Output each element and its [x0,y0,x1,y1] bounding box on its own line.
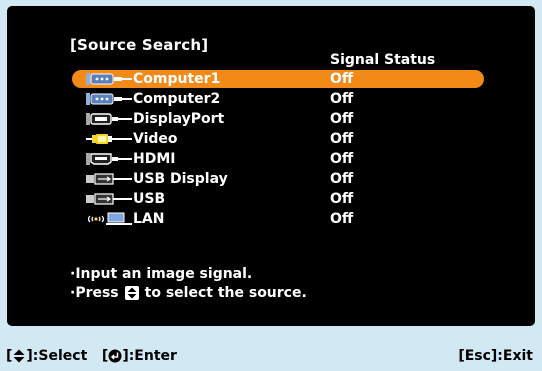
help-line-2: ·Press to select the source. [70,283,307,302]
source-name: Computer2 [133,91,221,107]
source-name: Video [133,131,178,147]
help-text-prefix: ·Press [70,284,119,301]
source-status: Off [330,111,354,127]
video-port-icon [86,134,132,144]
select-key-hint: []:Select [6,348,88,364]
source-name: DisplayPort [133,111,225,127]
source-name: Computer1 [133,71,221,87]
up-down-arrow-icon [13,349,25,363]
source-row-video[interactable]: Video Off [72,130,484,148]
source-status: Off [330,91,354,107]
displayport-icon [86,113,132,125]
source-row-computer1[interactable]: Computer1 Off [72,70,484,88]
signal-status-header: Signal Status [330,52,436,68]
source-name: USB [133,191,166,207]
usb-display-icon [86,173,132,185]
page-title: [Source Search] [70,36,209,54]
source-status: Off [330,211,354,227]
source-name: HDMI [133,151,176,167]
hdmi-icon [86,153,132,165]
help-messages: ·Input an image signal. ·Press to select… [70,264,307,302]
enter-key-icon [108,349,122,363]
computer-port-icon [86,73,132,85]
source-status: Off [330,151,354,167]
exit-key-hint: [Esc]:Exit [458,348,533,364]
help-line-1: ·Input an image signal. [70,264,307,283]
source-row-usb-display[interactable]: USB Display Off [72,170,484,188]
select-label: ]:Select [26,348,88,364]
source-name: LAN [133,211,165,227]
help-text: ·Input an image signal. [70,265,253,282]
enter-label: ]:Enter [122,348,177,364]
source-row-hdmi[interactable]: HDMI Off [72,150,484,168]
footer-left: []:Select []:Enter [6,348,177,364]
help-text-suffix: to select the source. [144,284,307,301]
lan-icon [87,212,132,225]
source-status: Off [330,71,354,87]
source-row-usb[interactable]: USB Off [72,190,484,208]
source-status: Off [330,191,354,207]
footer-bar: []:Select []:Enter [Esc]:Exit [0,344,542,371]
source-row-lan[interactable]: LAN Off [72,210,484,228]
source-row-computer2[interactable]: Computer2 Off [72,90,484,108]
source-status: Off [330,171,354,187]
source-status: Off [330,131,354,147]
source-row-displayport[interactable]: DisplayPort Off [72,110,484,128]
source-list: Computer1 Off Computer2 Off DisplayPort … [72,70,484,230]
enter-key-hint: []:Enter [101,348,177,364]
computer-port-icon [86,93,132,105]
up-down-arrow-icon [124,285,139,300]
usb-icon [86,193,132,205]
source-name: USB Display [133,171,228,187]
